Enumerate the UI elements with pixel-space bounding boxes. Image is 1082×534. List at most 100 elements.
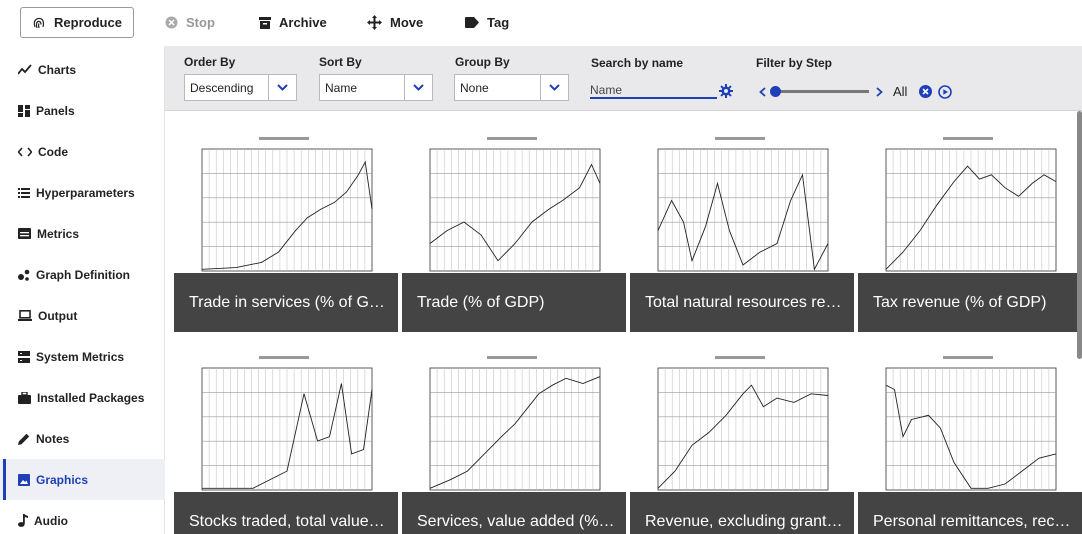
sidebar-item-label: Audio <box>34 513 68 528</box>
sidebar-item-label: Hyperparameters <box>36 185 135 200</box>
graphic-caption: Tax revenue (% of GDP) <box>858 273 1082 332</box>
step-slider-thumb[interactable] <box>770 86 781 97</box>
metrics-icon <box>18 228 31 239</box>
music-icon <box>18 514 28 527</box>
chevron-right-icon[interactable] <box>876 87 883 97</box>
sidebar-item-panels[interactable]: Panels <box>0 90 165 131</box>
panels-icon <box>18 104 30 117</box>
sidebar-item-graph-definition[interactable]: Graph Definition <box>0 254 165 295</box>
move-icon <box>367 15 382 30</box>
fingerprint-icon <box>33 17 45 28</box>
plot-title-line <box>259 356 309 359</box>
plot-title-line <box>943 137 993 140</box>
top-toolbar: Reproduce Stop Archive Move Tag <box>0 0 1082 46</box>
group-by-value: None <box>460 80 489 95</box>
plot-title-line <box>715 356 765 359</box>
plot-thumbnail <box>657 356 829 491</box>
archive-label: Archive <box>279 15 327 30</box>
code-icon <box>18 146 32 157</box>
graphic-caption: Personal remittances, received (% of GDP… <box>858 492 1082 534</box>
group-by-select[interactable]: None <box>454 74 569 101</box>
sidebar: Charts Panels Code Hyperparameters Metri… <box>0 46 165 534</box>
stop-label: Stop <box>186 15 215 30</box>
step-value: All <box>893 84 908 99</box>
plot-title-line <box>715 137 765 140</box>
graphic-card[interactable]: Tax revenue (% of GDP) <box>858 131 1082 332</box>
chevron-left-icon[interactable] <box>759 87 766 97</box>
stop-button[interactable]: Stop <box>165 7 215 38</box>
graphic-card[interactable]: Total natural resources rents (% of GDP) <box>630 131 854 332</box>
sidebar-item-label: Charts <box>38 62 77 77</box>
graphic-card[interactable]: Revenue, excluding grants (% of GDP) <box>630 350 854 534</box>
graphic-caption: Revenue, excluding grants (% of GDP) <box>630 492 854 534</box>
briefcase-icon <box>18 391 31 404</box>
sidebar-item-label: System Metrics <box>36 349 125 364</box>
sort-by-value: Name <box>325 80 358 95</box>
sort-by-label: Sort By <box>319 55 362 69</box>
graphic-card[interactable]: Trade in services (% of GDP) <box>174 131 398 332</box>
play-icon[interactable] <box>938 85 952 99</box>
clear-icon[interactable] <box>919 85 932 98</box>
sidebar-item-charts[interactable]: Charts <box>0 49 165 90</box>
reproduce-button[interactable]: Reproduce <box>20 7 134 38</box>
gear-icon[interactable] <box>719 84 733 98</box>
move-label: Move <box>390 15 424 30</box>
sidebar-item-label: Installed Packages <box>37 390 145 405</box>
search-label: Search by name <box>591 56 684 70</box>
plot-title-line <box>943 356 993 359</box>
chevron-down-icon <box>540 75 568 100</box>
list-icon <box>18 187 30 198</box>
image-icon <box>18 473 30 486</box>
line-chart-icon <box>18 63 32 75</box>
order-by-label: Order By <box>184 55 236 69</box>
graphic-caption: Trade in services (% of GDP) <box>174 273 398 332</box>
graphic-card[interactable]: Stocks traded, total value (% of GDP) <box>174 350 398 534</box>
graphic-caption: Stocks traded, total value (% of GDP) <box>174 492 398 534</box>
gallery-scrollbar[interactable] <box>1077 111 1082 359</box>
filter-bar: Order By Descending Sort By Name Group B… <box>165 46 1082 111</box>
sidebar-item-graphics[interactable]: Graphics <box>0 459 165 500</box>
sidebar-item-output[interactable]: Output <box>0 295 165 336</box>
sidebar-item-hyperparameters[interactable]: Hyperparameters <box>0 172 165 213</box>
sidebar-item-system-metrics[interactable]: System Metrics <box>0 336 165 377</box>
reproduce-label: Reproduce <box>54 15 122 30</box>
archive-icon <box>259 16 271 29</box>
move-button[interactable]: Move <box>367 7 423 38</box>
plot-title-line <box>259 137 309 140</box>
sidebar-item-label: Graphics <box>36 472 89 487</box>
sidebar-item-label: Code <box>38 144 68 159</box>
order-by-value: Descending <box>190 80 254 95</box>
step-slider-track[interactable] <box>773 90 869 93</box>
sidebar-item-notes[interactable]: Notes <box>0 418 165 459</box>
graphic-card[interactable]: Services, value added (% of GDP) <box>402 350 626 534</box>
graph-icon <box>18 269 30 281</box>
sort-by-select[interactable]: Name <box>319 74 433 101</box>
tag-button[interactable]: Tag <box>465 7 509 38</box>
tag-icon <box>465 17 479 28</box>
plot-thumbnail <box>429 356 601 491</box>
graphic-caption: Total natural resources rents (% of GDP) <box>630 273 854 332</box>
sidebar-item-label: Notes <box>36 431 70 446</box>
laptop-icon <box>18 310 32 321</box>
chevron-down-icon <box>268 75 296 100</box>
plot-thumbnail <box>201 137 373 272</box>
sidebar-item-label: Panels <box>36 103 75 118</box>
plot-thumbnail <box>885 356 1057 491</box>
graphic-caption: Services, value added (% of GDP) <box>402 492 626 534</box>
search-input[interactable] <box>590 82 717 99</box>
stop-icon <box>165 16 178 29</box>
sidebar-item-metrics[interactable]: Metrics <box>0 213 165 254</box>
sidebar-item-code[interactable]: Code <box>0 131 165 172</box>
plot-title-line <box>487 356 537 359</box>
plot-thumbnail <box>429 137 601 272</box>
graphic-card[interactable]: Personal remittances, received (% of GDP… <box>858 350 1082 534</box>
order-by-select[interactable]: Descending <box>184 74 297 101</box>
archive-button[interactable]: Archive <box>259 7 327 38</box>
tag-label: Tag <box>487 15 510 30</box>
graphic-caption: Trade (% of GDP) <box>402 273 626 332</box>
graphic-card[interactable]: Trade (% of GDP) <box>402 131 626 332</box>
plot-thumbnail <box>201 356 373 491</box>
sidebar-item-label: Output <box>38 308 78 323</box>
sidebar-item-installed-packages[interactable]: Installed Packages <box>0 377 165 418</box>
sidebar-item-audio[interactable]: Audio <box>0 500 165 534</box>
